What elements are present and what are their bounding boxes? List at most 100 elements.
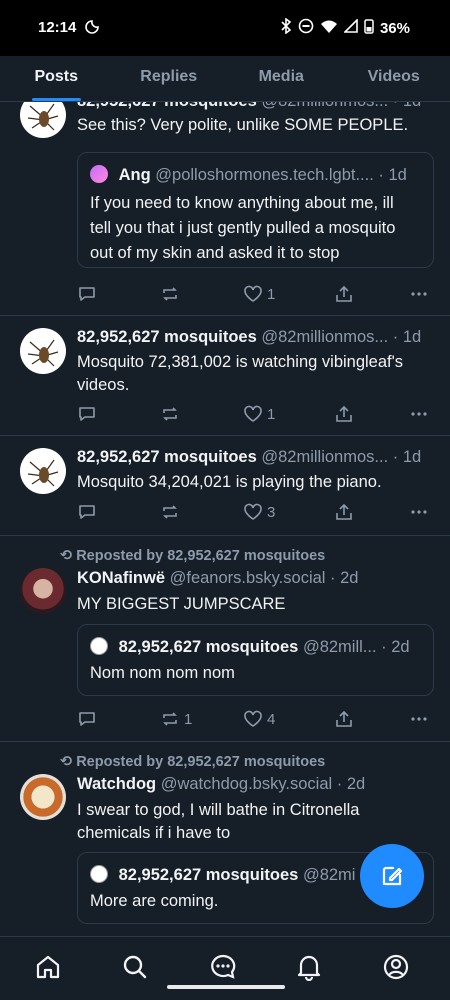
quote-avatar [90,165,108,183]
chat-icon [211,954,236,979]
quote-author: 82,952,627 mosquitoes [118,638,299,656]
share-button[interactable] [334,707,354,731]
compose-button[interactable] [360,844,424,908]
share-icon [336,405,352,422]
like-count: 4 [267,710,276,728]
like-button[interactable]: 1 [243,282,275,306]
quote-handle: @82mill... [302,638,377,656]
more-dots-icon [411,510,427,514]
more-button[interactable] [409,402,429,426]
do-not-disturb-icon [84,19,100,39]
avatar[interactable] [20,328,66,374]
author-name[interactable]: 82,952,627 mosquitoes [77,448,257,466]
post-feed[interactable]: 82,952,627 mosquitoes @82millionmos... ·… [0,102,450,936]
repost-note-text: Reposted by 82,952,627 mosquitoes [76,754,326,770]
post-actions: 3 [77,500,432,524]
quote-time: · 2d [381,638,410,656]
repost-small-icon: ⟲ [60,754,73,770]
reply-button[interactable] [77,707,97,731]
author-handle[interactable]: @82millionmos... [261,102,388,110]
quoted-post[interactable]: Ang @polloshormones.tech.lgbt.... · 1d I… [77,152,434,268]
post-time: · 1d [392,448,422,466]
share-button[interactable] [334,500,354,524]
avatar[interactable] [20,102,66,138]
post[interactable]: 82,952,627 mosquitoes @82millionmos... ·… [0,316,450,436]
post-header: KONafinwë @feanors.bsky.social · 2d [77,569,434,588]
heart-icon [244,503,262,520]
like-count: 1 [267,285,276,303]
post-text: Mosquito 34,204,021 is playing the piano… [77,473,382,491]
reply-icon [79,505,95,519]
post[interactable]: 82,952,627 mosquitoes @82millionmos... ·… [0,102,450,316]
author-name[interactable]: KONafinwë [77,569,165,587]
avatar[interactable] [20,774,66,820]
reply-icon [79,287,95,301]
status-icons: 36% [280,17,410,38]
author-name[interactable]: 82,952,627 mosquitoes [77,328,257,346]
post-time: · 2d [330,569,359,587]
reply-icon [79,712,95,726]
gesture-bar[interactable] [167,985,285,989]
repost-button[interactable] [160,282,184,306]
share-icon [336,503,352,520]
reply-button[interactable] [77,402,97,426]
repost-button[interactable] [160,402,184,426]
heart-icon [244,710,262,727]
quote-text: If you need to know anything about me, i… [90,194,396,262]
reply-button[interactable] [77,500,97,524]
like-button[interactable]: 4 [243,707,275,731]
share-button[interactable] [334,402,354,426]
battery-percent: 36% [379,19,410,37]
author-handle[interactable]: @watchdog.bsky.social [161,775,332,793]
quote-author: Ang [118,166,151,184]
status-bar: 12:14 36% [0,0,450,56]
quote-header: Ang @polloshormones.tech.lgbt.... · 1d [90,165,421,185]
post-actions: 1 [77,282,432,306]
more-dots-icon [411,412,427,416]
author-handle[interactable]: @82millionmos... [261,448,388,466]
post-header: 82,952,627 mosquitoes @82millionmos... ·… [77,328,434,347]
share-button[interactable] [334,282,354,306]
avatar[interactable] [20,568,66,614]
profile-icon [383,954,409,980]
author-handle[interactable]: @feanors.bsky.social [170,569,326,587]
author-name[interactable]: 82,952,627 mosquitoes [77,102,257,110]
reply-button[interactable] [77,282,97,306]
post-header: Watchdog @watchdog.bsky.social · 2d [77,775,434,794]
more-button[interactable] [409,500,429,524]
nav-notifications[interactable] [295,953,323,982]
bell-icon [297,955,321,982]
like-button[interactable]: 3 [243,500,275,524]
repost-button[interactable]: 1 [160,707,192,731]
avatar[interactable] [20,448,66,494]
quote-avatar [90,637,108,655]
mosquito-avatar-image [27,339,59,367]
nav-profile[interactable] [382,953,410,981]
repost-button[interactable] [160,500,184,524]
tab-videos[interactable]: Videos [338,56,450,101]
more-button[interactable] [409,282,429,306]
tab-replies[interactable]: Replies [113,56,226,101]
tab-posts[interactable]: Posts [0,56,113,101]
like-button[interactable]: 1 [243,402,275,426]
more-button[interactable] [409,707,429,731]
post[interactable]: 82,952,627 mosquitoes @82millionmos... ·… [0,436,450,536]
quote-time: · 1d [378,166,407,184]
heart-icon [244,405,262,422]
quote-avatar [90,865,108,883]
author-name[interactable]: Watchdog [77,775,156,793]
post[interactable]: ⟲ Reposted by 82,952,627 mosquitoes Watc… [0,742,450,936]
more-dots-icon [411,292,427,296]
heart-icon [244,285,262,302]
nav-search[interactable] [121,953,149,981]
repost-icon [163,287,177,301]
author-handle[interactable]: @82millionmos... [261,328,388,346]
nav-home[interactable] [34,953,62,981]
post[interactable]: ⟲ Reposted by 82,952,627 mosquitoes KONa… [0,536,450,742]
nav-chat[interactable] [209,953,237,981]
quoted-post[interactable]: 82,952,627 mosquitoes @82mill... · 2d No… [77,624,434,696]
bottom-nav [0,936,450,1000]
tab-media[interactable]: Media [225,56,338,101]
post-time: · 1d [392,328,422,346]
share-icon [336,285,352,302]
